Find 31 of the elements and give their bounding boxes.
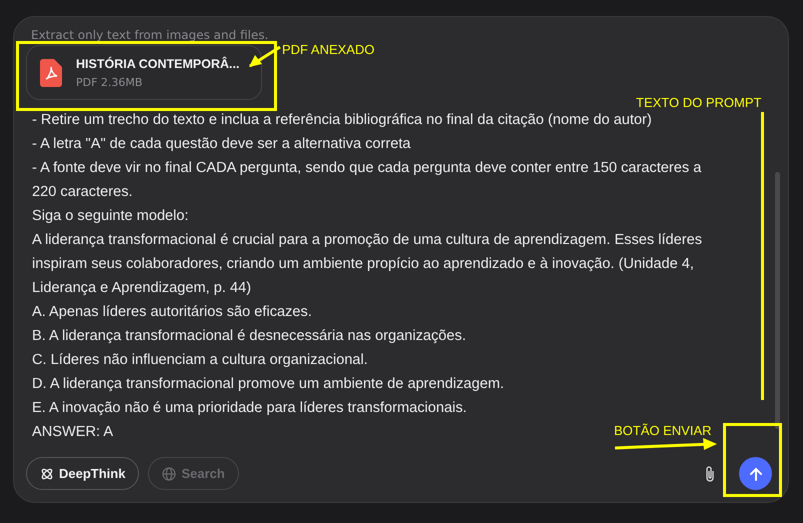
prompt-text: Siga o seguinte modelo: bbox=[32, 207, 189, 226]
prompt-text: ANSWER: A bbox=[32, 423, 114, 442]
file-size: PDF 2.36MB bbox=[76, 76, 144, 88]
toggle-button[interactable]: DeepThink bbox=[26, 457, 140, 490]
annotation-label: BOTÃO ENVIAR bbox=[614, 423, 712, 438]
prompt-text: E. A inovação não é uma prioridade para líderes transformacionais. bbox=[32, 399, 467, 418]
globe-icon bbox=[162, 466, 176, 480]
prompt-text: inspiram seus colaboradores, criando um ambiente propício ao aprendizado e à inovação. (Unidade 4, bbox=[32, 255, 694, 274]
annotation-label: TEXTO DO PROMPT bbox=[636, 95, 762, 110]
prompt-text: D. A liderança transformacional promove um ambiente de aprendizagem. bbox=[32, 375, 504, 394]
scrollbar[interactable] bbox=[775, 172, 780, 429]
prompt-text: 220 caracteres. bbox=[32, 183, 133, 202]
annotation-arrow bbox=[246, 44, 282, 70]
annotation-label: PDF ANEXADO bbox=[282, 42, 374, 57]
paperclip-icon bbox=[704, 464, 716, 482]
attachment-chip[interactable]: HISTÓRIA CONTEMPORÂ... PDF 2.36MB bbox=[26, 45, 262, 100]
prompt-text: - A letra "A" de cada questão deve ser a alternativa correta bbox=[32, 135, 411, 154]
send-button[interactable] bbox=[739, 457, 772, 490]
prompt-text: A liderança transformacional é crucial para a promoção de uma cultura de aprendizagem. Esses líderes bbox=[32, 231, 702, 250]
prompt-text: Liderança e Aprendizagem, p. 44) bbox=[32, 279, 252, 298]
prompt-text: B. A liderança transformacional é desnecessária nas organizações. bbox=[32, 327, 466, 346]
prompt-text: - Retire um trecho do texto e inclua a referência bibliográfica no final da citação (nome do autor) bbox=[32, 111, 652, 130]
arrow-up-icon bbox=[748, 466, 764, 482]
prompt-text: A. Apenas líderes autoritários são eficazes. bbox=[32, 303, 312, 322]
prompt-text: - A fonte deve vir no final CADA pergunta, sendo que cada pergunta deve conter entre 150 caracteres a bbox=[32, 159, 702, 178]
file-name: HISTÓRIA CONTEMPORÂ... bbox=[76, 56, 240, 70]
pdf-file-icon bbox=[40, 58, 62, 86]
prompt-text: C. Líderes não influenciam a cultura organizacional. bbox=[32, 351, 368, 370]
instruction-text: Extract only text from images and files. bbox=[31, 27, 270, 43]
atom-icon bbox=[40, 466, 54, 480]
attach-button[interactable] bbox=[704, 464, 716, 482]
